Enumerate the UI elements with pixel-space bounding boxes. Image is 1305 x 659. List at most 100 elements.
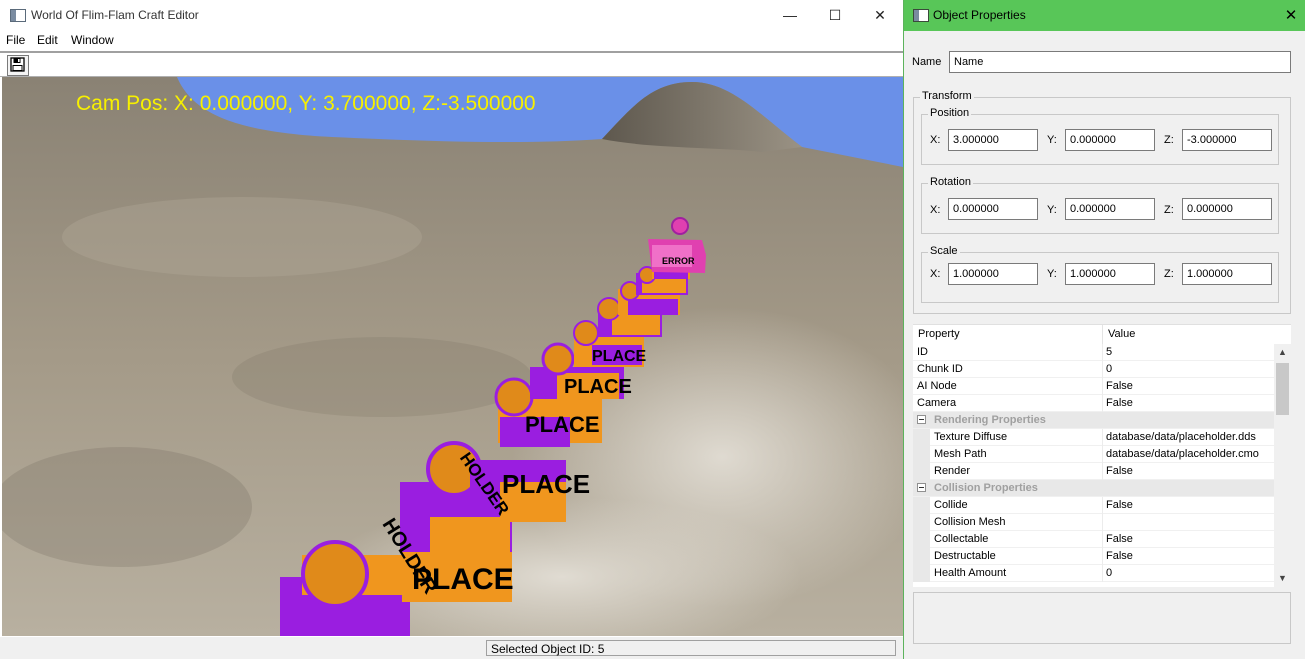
menu-window[interactable]: Window bbox=[71, 33, 114, 47]
scale-y-label: Y: bbox=[1047, 268, 1057, 280]
scroll-up-arrow[interactable]: ▲ bbox=[1274, 344, 1291, 361]
collapse-icon[interactable] bbox=[917, 415, 926, 424]
placeholder-sphere[interactable] bbox=[573, 320, 599, 346]
placeholder-block[interactable]: PLACE bbox=[530, 367, 632, 399]
camera-position-readout: Cam Pos: X: 0.000000, Y: 3.700000, Z:-3.… bbox=[76, 92, 536, 115]
position-z-field[interactable]: -3.000000 bbox=[1182, 129, 1272, 151]
close-button[interactable]: ✕ bbox=[857, 0, 903, 31]
row-gutter bbox=[913, 565, 930, 582]
block-label: ERROR bbox=[662, 256, 695, 266]
row-gutter bbox=[913, 463, 930, 480]
property-key: Render bbox=[934, 465, 971, 477]
property-grid[interactable]: Property Value ID 5 Chunk ID 0 AI Node False C… bbox=[913, 324, 1291, 587]
error-sphere[interactable] bbox=[671, 217, 689, 235]
property-value[interactable]: database/data/placeholder.cmo bbox=[1106, 448, 1259, 460]
property-value[interactable]: 5 bbox=[1106, 346, 1112, 358]
property-key: Collision Mesh bbox=[934, 516, 1006, 528]
placeholder-sphere[interactable] bbox=[597, 297, 621, 321]
property-row[interactable]: Mesh Path database/data/placeholder.cmo bbox=[913, 446, 1274, 463]
property-row[interactable]: Camera False bbox=[913, 395, 1274, 412]
rotation-label: Rotation bbox=[928, 176, 973, 188]
minimize-button[interactable]: — bbox=[767, 0, 813, 31]
position-y-field[interactable]: 0.000000 bbox=[1065, 129, 1155, 151]
property-value[interactable]: False bbox=[1106, 499, 1133, 511]
position-x-field[interactable]: 3.000000 bbox=[948, 129, 1038, 151]
scene-viewport[interactable]: PLACE HOLDER PLACE HOLDER PLACE PLACE PL… bbox=[2, 77, 903, 636]
property-value[interactable]: False bbox=[1106, 550, 1133, 562]
properties-window-icon bbox=[913, 9, 929, 22]
property-row[interactable]: Chunk ID 0 bbox=[913, 361, 1274, 378]
placeholder-sphere[interactable] bbox=[494, 377, 534, 417]
property-value[interactable]: False bbox=[1106, 533, 1133, 545]
properties-titlebar[interactable]: Object Properties ✕ bbox=[904, 0, 1305, 31]
properties-close-button[interactable]: ✕ bbox=[1276, 0, 1305, 31]
scale-label: Scale bbox=[928, 245, 960, 257]
property-row[interactable]: ID 5 bbox=[913, 344, 1274, 361]
placeholder-sphere[interactable] bbox=[541, 342, 575, 376]
editor-titlebar[interactable]: World Of Flim-Flam Craft Editor — ☐ ✕ bbox=[0, 0, 903, 31]
scale-x-field[interactable]: 1.000000 bbox=[948, 263, 1038, 285]
property-row[interactable]: Collide False bbox=[913, 497, 1274, 514]
property-row[interactable]: Texture Diffuse database/data/placeholder… bbox=[913, 429, 1274, 446]
property-row[interactable]: Health Amount 0 bbox=[913, 565, 1274, 582]
maximize-button[interactable]: ☐ bbox=[812, 0, 858, 31]
property-row[interactable]: Collision Mesh bbox=[913, 514, 1274, 531]
property-category-row[interactable]: Rendering Properties bbox=[913, 412, 1274, 429]
scale-y-field[interactable]: 1.000000 bbox=[1065, 263, 1155, 285]
menu-bar: File Edit Window bbox=[0, 31, 903, 51]
toolbar bbox=[0, 53, 903, 77]
value-column-header[interactable]: Value bbox=[1108, 328, 1135, 340]
position-z-label: Z: bbox=[1164, 134, 1174, 146]
property-key: Destructable bbox=[934, 550, 996, 562]
property-row[interactable]: Render False bbox=[913, 463, 1274, 480]
property-row[interactable]: AI Node False bbox=[913, 378, 1274, 395]
scale-z-label: Z: bbox=[1164, 268, 1174, 280]
name-label: Name bbox=[912, 56, 942, 68]
app-window-icon bbox=[10, 9, 26, 22]
rotation-z-field[interactable]: 0.000000 bbox=[1182, 198, 1272, 220]
scroll-thumb[interactable] bbox=[1276, 363, 1289, 415]
placeholder-sphere[interactable] bbox=[301, 540, 369, 608]
property-grid-scrollbar[interactable]: ▲ ▼ bbox=[1274, 344, 1291, 587]
position-y-label: Y: bbox=[1047, 134, 1057, 146]
property-value[interactable]: 0 bbox=[1106, 567, 1112, 579]
save-button[interactable] bbox=[7, 55, 29, 76]
collapse-icon[interactable] bbox=[917, 483, 926, 492]
properties-title: Object Properties bbox=[933, 8, 1026, 22]
rotation-z-label: Z: bbox=[1164, 204, 1174, 216]
rotation-x-label: X: bbox=[930, 204, 941, 216]
scale-x-label: X: bbox=[930, 268, 941, 280]
scroll-down-arrow[interactable]: ▼ bbox=[1274, 570, 1291, 587]
transform-label: Transform bbox=[920, 90, 974, 102]
block-label: PLACE bbox=[592, 348, 647, 365]
scene-render: PLACE HOLDER PLACE HOLDER PLACE PLACE PL… bbox=[2, 77, 903, 636]
property-key: Mesh Path bbox=[934, 448, 987, 460]
scale-z-field[interactable]: 1.000000 bbox=[1182, 263, 1272, 285]
property-key: Collision Properties bbox=[934, 482, 1038, 494]
property-row[interactable]: Collectable False bbox=[913, 531, 1274, 548]
property-grid-header: Property Value bbox=[913, 325, 1291, 344]
rotation-x-field[interactable]: 0.000000 bbox=[948, 198, 1038, 220]
position-label: Position bbox=[928, 107, 972, 119]
property-description-panel bbox=[913, 592, 1291, 644]
property-category-row[interactable]: Collision Properties bbox=[913, 480, 1274, 497]
editor-window: World Of Flim-Flam Craft Editor — ☐ ✕ Fi… bbox=[0, 0, 903, 659]
property-key: Collide bbox=[934, 499, 968, 511]
property-key: AI Node bbox=[917, 380, 957, 392]
name-field[interactable]: Name bbox=[949, 51, 1291, 73]
property-value[interactable]: False bbox=[1106, 465, 1133, 477]
property-row[interactable]: Destructable False bbox=[913, 548, 1274, 565]
property-column-header[interactable]: Property bbox=[918, 328, 960, 340]
row-gutter bbox=[913, 446, 930, 463]
menu-file[interactable]: File bbox=[6, 33, 25, 47]
error-block[interactable]: ERROR bbox=[648, 239, 706, 273]
rotation-y-field[interactable]: 0.000000 bbox=[1065, 198, 1155, 220]
menu-edit[interactable]: Edit bbox=[37, 33, 58, 47]
property-value[interactable]: False bbox=[1106, 397, 1133, 409]
property-value[interactable]: database/data/placeholder.dds bbox=[1106, 431, 1256, 443]
property-value[interactable]: 0 bbox=[1106, 363, 1112, 375]
block-label: PLACE bbox=[502, 469, 590, 499]
property-value[interactable]: False bbox=[1106, 380, 1133, 392]
block-label: PLACE bbox=[525, 412, 600, 437]
property-key: Chunk ID bbox=[917, 363, 963, 375]
